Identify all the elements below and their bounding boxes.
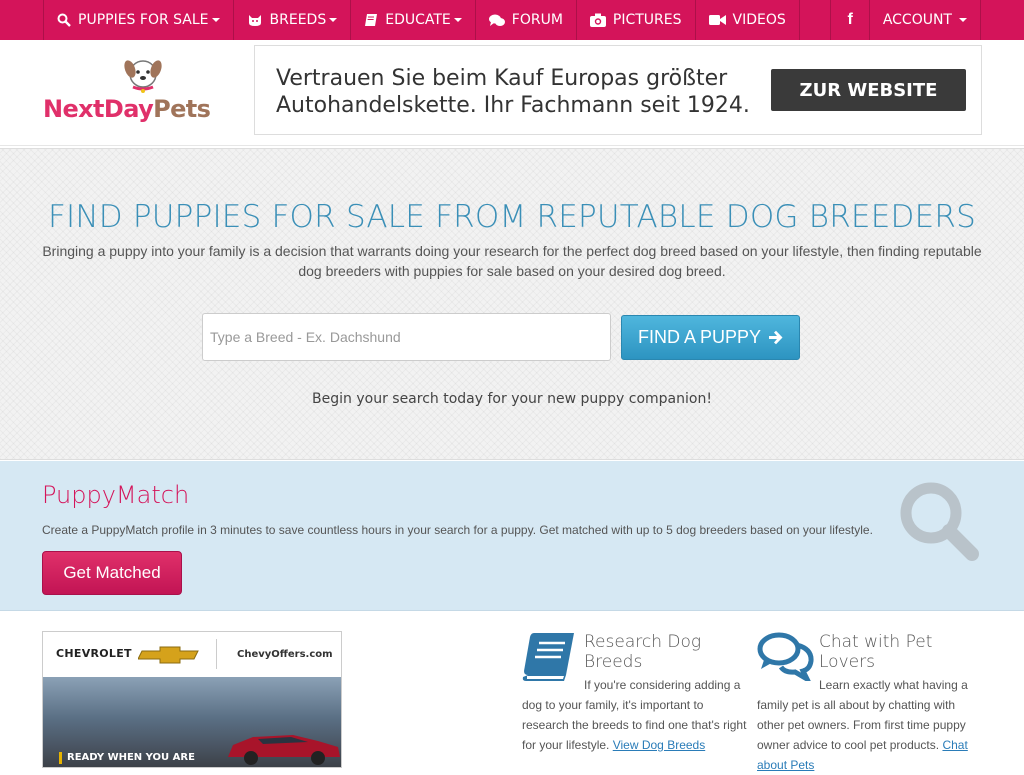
nav-right: f ACCOUNT [830,0,981,40]
dog-logo-icon [124,60,162,93]
nav-label: EDUCATE [385,12,451,28]
ad-line-1: Vertrauen Sie beim Kauf Europas größter [276,66,728,91]
search-icon [900,482,979,561]
feature-text: Learn exactly what having a family pet i… [757,675,983,775]
facebook-link[interactable]: f [830,0,868,40]
puppymatch-description: Create a PuppyMatch profile in 3 minutes… [42,523,873,537]
ad-text: Vertrauen Sie beim Kauf Europas größter … [276,65,750,119]
breed-search-input[interactable] [202,313,611,361]
main-nav: PUPPIES FOR SALE BREEDS EDUCATE FORUM PI… [43,0,800,40]
puppymatch-title: PuppyMatch [42,481,190,509]
nav-label: PUPPIES FOR SALE [78,12,209,28]
ad-brand: CHEVROLET [56,647,132,660]
feature-text: If you're considering adding a dog to yo… [522,675,748,755]
hero-search-section: FIND PUPPIES FOR SALE FROM REPUTABLE DOG… [0,148,1024,460]
car-image: READY WHEN YOU ARE [43,677,341,767]
book-icon [364,13,378,27]
nav-label: BREEDS [269,12,327,28]
site-logo[interactable]: NextDayPets [43,57,218,127]
nav-breeds[interactable]: BREEDS [232,0,351,40]
get-matched-button[interactable]: Get Matched [42,551,182,595]
chevrolet-bowtie-icon [138,646,199,664]
nav-account[interactable]: ACCOUNT [868,0,981,40]
nav-pictures[interactable]: PICTURES [575,0,695,40]
chevron-down-icon [959,18,967,22]
car-illustration [228,735,340,765]
nav-label: ACCOUNT [882,12,952,28]
chevrolet-advertisement[interactable]: CHEVROLET ChevyOffers.com READY WHEN YOU… [42,631,342,768]
ad-divider [216,639,217,669]
hero-subtitle: Begin your search today for your new pup… [312,391,712,407]
nav-label: PICTURES [612,12,682,28]
feature-title: Chat with Pet Lovers [819,632,933,672]
ad-line-2: Autohandelskette. Ihr Fachmann seit 1924… [276,93,750,118]
find-a-puppy-button[interactable]: FIND A PUPPY [621,315,800,360]
feature-title: Research Dog Breeds [584,632,702,672]
ad-header: CHEVROLET ChevyOffers.com [43,632,341,677]
banner-advertisement[interactable]: Vertrauen Sie beim Kauf Europas größter … [254,45,982,135]
chat-bubbles-icon [757,632,814,681]
top-navbar: PUPPIES FOR SALE BREEDS EDUCATE FORUM PI… [0,0,1024,40]
ad-cta-button[interactable]: ZUR WEBSITE [771,69,966,111]
nav-label: VIDEOS [732,12,786,28]
site-header: NextDayPets Vertrauen Sie beim Kauf Euro… [0,40,1024,146]
camera-icon [589,13,606,27]
video-camera-icon [708,14,726,26]
find-button-label: FIND A PUPPY [637,327,762,347]
ad-site: ChevyOffers.com [237,649,333,660]
chevron-down-icon [211,18,220,22]
nav-videos[interactable]: VIDEOS [694,0,800,40]
view-dog-breeds-link[interactable]: View Dog Breeds [613,738,706,752]
facebook-icon: f [847,11,853,28]
nav-forum[interactable]: FORUM [474,0,576,40]
logo-part-next: NextDay [43,95,154,123]
arrow-right-icon [768,330,783,345]
puppymatch-section: PuppyMatch Create a PuppyMatch profile i… [0,461,1024,611]
logo-wordmark: NextDayPets [43,95,211,123]
chat-bubbles-icon [488,14,505,27]
logo-part-pets: Pets [153,95,211,123]
ad-tagline: READY WHEN YOU ARE [59,752,195,764]
chevron-down-icon [453,18,462,22]
feature-body: Learn exactly what having a family pet i… [757,678,968,752]
hero-title: FIND PUPPIES FOR SALE FROM REPUTABLE DOG… [48,199,976,235]
chevron-down-icon [329,18,338,22]
dog-face-icon [247,14,263,27]
nav-educate[interactable]: EDUCATE [350,0,475,40]
nav-puppies-for-sale[interactable]: PUPPIES FOR SALE [43,0,233,40]
nav-label: FORUM [511,12,563,28]
hero-description: Bringing a puppy into your family is a d… [42,243,982,279]
search-icon [57,13,71,27]
